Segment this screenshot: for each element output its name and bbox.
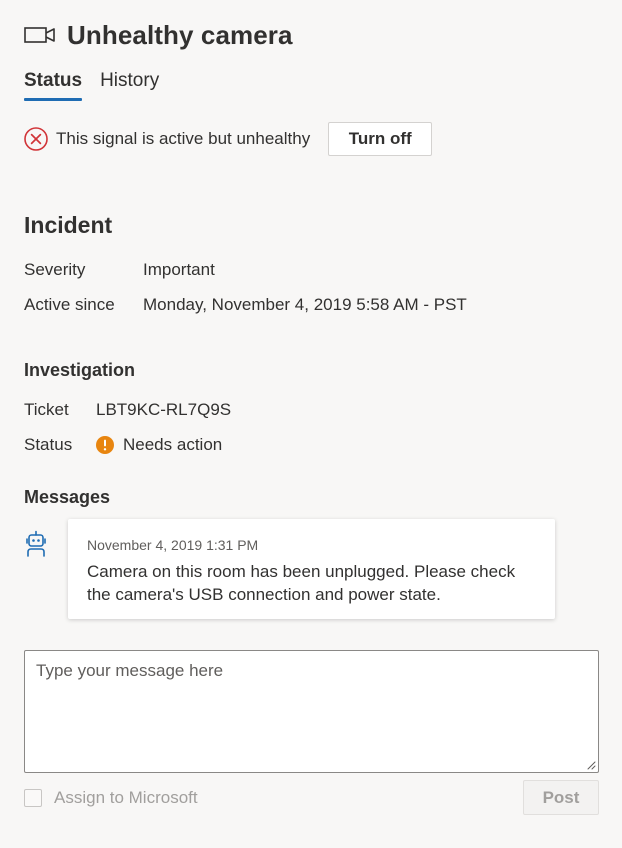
investigation-status-label: Status	[24, 435, 73, 454]
message-date: November 4, 2019 1:31 PM	[87, 537, 259, 553]
panel-header: Unhealthy camera	[24, 18, 293, 52]
signal-status-row: This signal is active but unhealthy Turn…	[24, 122, 433, 156]
ticket-value: LBT9KC-RL7Q9S	[96, 400, 232, 419]
investigation-status-value: Needs action	[123, 435, 223, 454]
bot-icon	[26, 530, 46, 557]
active-since-label: Active since	[24, 295, 115, 314]
investigation-status: Needs action	[96, 435, 222, 455]
active-since-value: Monday, November 4, 2019 5:58 AM - PST	[143, 295, 467, 314]
ticket-label: Ticket	[24, 400, 69, 419]
assign-to-microsoft-checkbox[interactable]	[24, 789, 42, 807]
warning-icon	[96, 436, 114, 454]
message-text: Camera on this room has been unplugged. …	[87, 562, 516, 604]
video-camera-icon	[24, 27, 55, 43]
page-title: Unhealthy camera	[67, 19, 293, 50]
post-button[interactable]: Post	[523, 780, 599, 815]
messages-heading: Messages	[24, 487, 111, 507]
severity-label: Severity	[24, 260, 86, 279]
resize-grip-icon[interactable]	[586, 760, 596, 770]
message-card: November 4, 2019 1:31 PM Camera on this …	[68, 519, 555, 619]
investigation-heading: Investigation	[24, 360, 136, 380]
tab-status[interactable]: Status	[24, 70, 83, 101]
signal-status-text: This signal is active but unhealthy	[56, 129, 311, 148]
tab-history[interactable]: History	[100, 70, 159, 100]
assign-to-microsoft-label[interactable]: Assign to Microsoft	[54, 788, 198, 808]
error-circle-icon	[24, 127, 48, 151]
assign-row: Assign to Microsoft	[24, 787, 198, 809]
tab-bar: Status History	[24, 70, 177, 101]
incident-heading: Incident	[24, 212, 113, 238]
severity-value: Important	[143, 260, 215, 279]
turn-off-button[interactable]: Turn off	[328, 122, 433, 156]
message-input[interactable]	[24, 650, 599, 773]
